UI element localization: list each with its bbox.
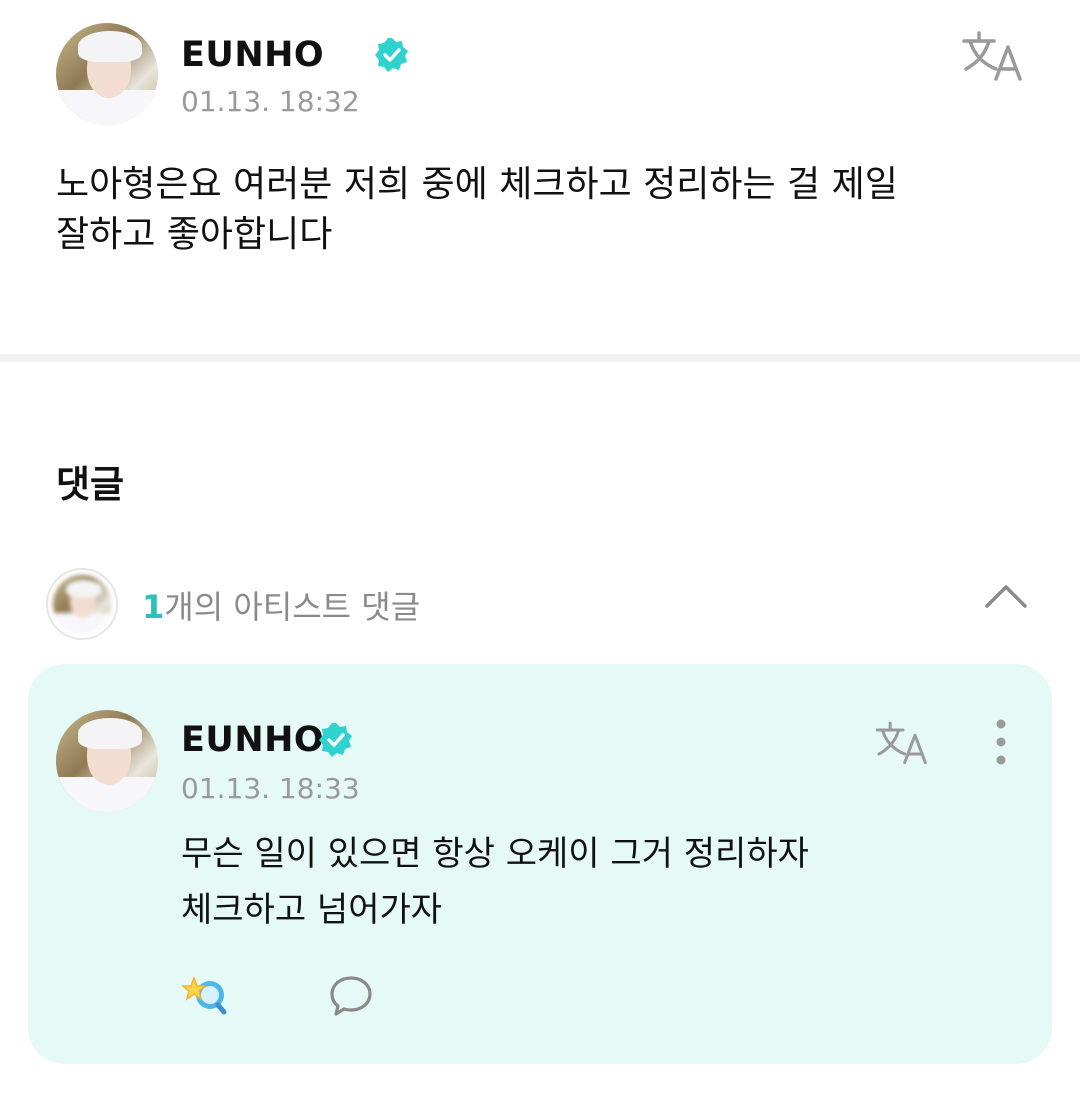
- verified-badge-icon: [319, 723, 352, 757]
- artist-comments-toggle[interactable]: 1개의 아티스트 댓글: [46, 568, 1036, 640]
- author-name[interactable]: EUNHO: [181, 35, 324, 75]
- post-body: 노아형은요 여러분 저희 중에 체크하고 정리하는 걸 제일 잘하고 좋아합니다: [56, 164, 898, 255]
- comment-author-name[interactable]: EUNHO: [181, 720, 324, 760]
- post-header: EUNHO 01.13. 18:32: [56, 23, 1036, 127]
- chevron-up-icon[interactable]: [984, 582, 1028, 610]
- comment-timestamp: 01.13. 18:33: [181, 772, 360, 805]
- post-detail-page: EUNHO 01.13. 18:32 노아형은요 여러분 저희 중에 체크하고 …: [0, 0, 1080, 1099]
- reaction-icon[interactable]: [180, 972, 234, 1018]
- more-vertical-icon[interactable]: [990, 718, 1012, 766]
- comment-author-avatar[interactable]: [56, 710, 158, 812]
- artist-avatar: [46, 568, 118, 640]
- artist-comment-count: 1개의 아티스트 댓글: [142, 582, 420, 628]
- artist-comment-number: 1: [142, 588, 165, 626]
- post-timestamp: 01.13. 18:32: [181, 85, 360, 118]
- author-avatar[interactable]: [56, 23, 158, 125]
- comment-body: 무슨 일이 있으면 항상 오케이 그거 정리하자 체크하고 넘어가자: [181, 834, 809, 930]
- section-divider: [0, 354, 1080, 362]
- comments-title: 댓글: [56, 463, 125, 506]
- reply-bubble-icon[interactable]: [328, 974, 374, 1018]
- artist-comment-label: 개의 아티스트 댓글: [164, 588, 421, 626]
- verified-badge-icon: [375, 38, 408, 72]
- translate-icon[interactable]: [874, 718, 932, 766]
- translate-icon[interactable]: [962, 27, 1026, 83]
- artist-comment-card: EUNHO 01.13. 18:33 무슨 일이 있으면 항상 오케이 그거 정…: [28, 664, 1052, 1064]
